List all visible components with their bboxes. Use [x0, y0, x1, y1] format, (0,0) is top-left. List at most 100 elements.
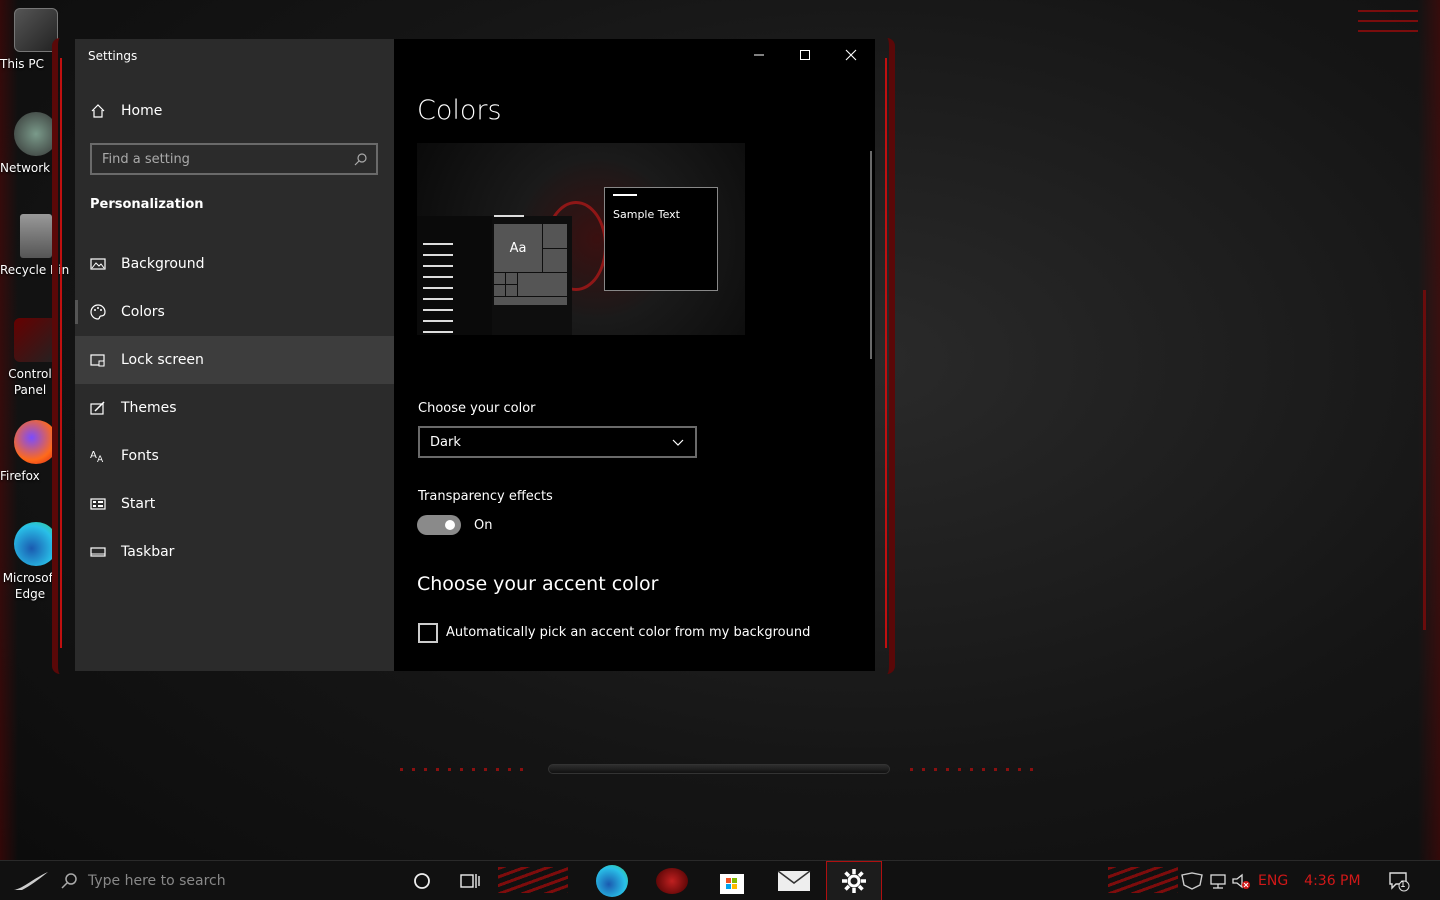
- themes-icon: [90, 401, 105, 415]
- search-icon: [354, 153, 367, 166]
- language-indicator[interactable]: ENG: [1258, 873, 1288, 889]
- taskbar: Type here to search ENG 4:36 PM 1: [0, 860, 1440, 900]
- store-icon: [720, 874, 744, 894]
- transparency-label: Transparency effects: [418, 489, 553, 504]
- task-view-icon: [460, 874, 480, 888]
- minimize-button[interactable]: [736, 39, 782, 71]
- sidebar-item-themes[interactable]: Themes: [75, 384, 394, 432]
- desktop-right-red-line: [1423, 290, 1426, 630]
- theme-preview: Aa Sample Text: [417, 143, 745, 335]
- search-input[interactable]: Find a setting: [90, 143, 378, 175]
- sidebar-item-label: Taskbar: [121, 544, 175, 560]
- lock-screen-icon: [90, 354, 105, 367]
- section-personalization: Personalization: [90, 197, 204, 212]
- preview-tiles: Aa: [492, 215, 572, 335]
- sidebar-item-label: Themes: [121, 400, 177, 416]
- sidebar-item-label: Fonts: [121, 448, 159, 464]
- sidebar-item-start[interactable]: Start: [75, 480, 394, 528]
- task-view-button[interactable]: [442, 861, 498, 900]
- recycle-bin-icon: [20, 214, 52, 258]
- mail-icon: [777, 870, 811, 891]
- close-button[interactable]: [828, 39, 874, 71]
- rog-start-icon: [14, 872, 48, 890]
- picture-icon: [90, 258, 106, 270]
- desktop-icon-label: Network: [0, 161, 51, 175]
- home-icon: [91, 104, 105, 118]
- sidebar-item-home[interactable]: Home: [75, 87, 394, 135]
- transparency-toggle[interactable]: [417, 515, 461, 535]
- search-icon: [61, 873, 77, 889]
- desktop-dots-right: [910, 768, 1040, 771]
- start-icon: [90, 498, 106, 510]
- sidebar-item-label: Colors: [121, 304, 165, 320]
- toggle-knob: [445, 520, 455, 530]
- fonts-icon: AA: [90, 450, 104, 464]
- gear-icon: [842, 869, 866, 893]
- desktop-icon-label: Firefox: [0, 469, 40, 483]
- edge-icon: [596, 865, 628, 897]
- preview-tile: [494, 297, 567, 305]
- sidebar-item-taskbar[interactable]: Taskbar: [75, 528, 394, 576]
- desktop-icon-label: Control Panel: [8, 367, 52, 397]
- sidebar-item-fonts[interactable]: AA Fonts: [75, 432, 394, 480]
- preview-tile: [518, 273, 567, 296]
- window-title: Settings: [88, 49, 138, 63]
- preview-tile: [494, 273, 505, 284]
- maximize-button[interactable]: [782, 39, 828, 71]
- sidebar-item-colors[interactable]: Colors: [75, 288, 394, 336]
- preview-tile: [506, 285, 517, 296]
- taskbar-search[interactable]: Type here to search: [60, 861, 226, 900]
- palette-icon: [90, 304, 106, 320]
- start-button[interactable]: [4, 861, 60, 900]
- transparency-state: On: [474, 518, 493, 533]
- rog-app-icon: [656, 868, 688, 894]
- sidebar-item-lock-screen[interactable]: Lock screen: [75, 336, 394, 384]
- maximize-icon: [800, 50, 810, 60]
- network-icon[interactable]: [1206, 871, 1228, 891]
- auto-accent-label: Automatically pick an accent color from …: [446, 625, 811, 640]
- taskbar-store-button[interactable]: [704, 861, 760, 900]
- dropdown-value: Dark: [430, 434, 461, 450]
- preview-tile: [543, 249, 567, 272]
- content-scrollbar[interactable]: [870, 151, 872, 359]
- notification-icon: [1389, 872, 1410, 892]
- taskbar-settings-button[interactable]: [826, 861, 882, 900]
- action-center-button[interactable]: 1: [1388, 861, 1410, 900]
- rog-tray-icon[interactable]: [1180, 871, 1204, 891]
- settings-window: Settings Home Find a setting Personaliza…: [75, 39, 875, 671]
- volume-muted-icon[interactable]: [1230, 871, 1252, 891]
- search-placeholder: Find a setting: [102, 151, 190, 167]
- chevron-down-icon: [672, 439, 684, 446]
- choose-color-label: Choose your color: [418, 401, 536, 416]
- sidebar: Settings Home Find a setting Personaliza…: [75, 39, 394, 671]
- preview-tile: [543, 224, 567, 248]
- preview-start-menu: [417, 216, 492, 335]
- sidebar-item-label: Lock screen: [121, 352, 204, 368]
- auto-accent-checkbox[interactable]: [418, 623, 438, 643]
- preview-tile-label: Aa: [509, 240, 527, 256]
- system-tray: ENG 4:36 PM: [1180, 861, 1361, 900]
- svg-text:A: A: [97, 455, 104, 464]
- taskbar-rog-app-button[interactable]: [644, 861, 700, 900]
- desktop-dots-left: [400, 768, 530, 771]
- preview-tile: [506, 273, 517, 284]
- clock[interactable]: 4:36 PM: [1304, 873, 1360, 889]
- content-pane: Colors Aa Sample Text Choose your color …: [394, 39, 875, 671]
- svg-text:A: A: [90, 450, 97, 461]
- choose-color-dropdown[interactable]: Dark: [418, 426, 697, 458]
- desktop-icon-label: This PC: [0, 57, 44, 71]
- taskbar-edge-button[interactable]: [584, 861, 640, 900]
- desktop-right-red-glow: [1418, 0, 1440, 860]
- notification-count: 1: [1400, 880, 1406, 890]
- taskbar-mail-button[interactable]: [766, 861, 822, 900]
- desktop-center-bar: [548, 764, 890, 774]
- sidebar-item-background[interactable]: Background: [75, 240, 394, 288]
- sidebar-item-label: Home: [121, 103, 163, 119]
- close-icon: [845, 49, 857, 61]
- preview-tile: [494, 285, 505, 296]
- sidebar-item-label: Start: [121, 496, 156, 512]
- preview-app-list: [423, 243, 453, 335]
- desktop-icon-label: Microsoft Edge: [2, 571, 58, 601]
- preview-window: Sample Text: [604, 187, 718, 291]
- taskbar-red-deco-left: [498, 867, 568, 893]
